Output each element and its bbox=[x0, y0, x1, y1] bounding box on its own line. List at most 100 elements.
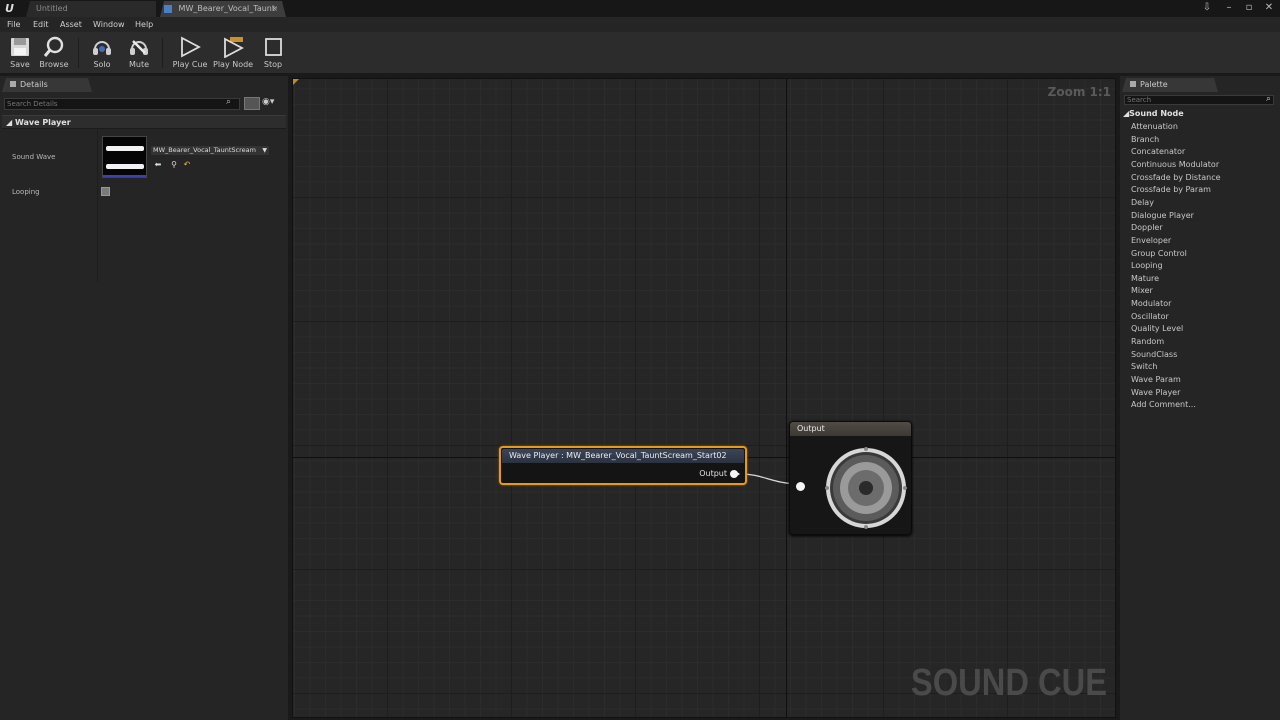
looping-label: Looping bbox=[12, 188, 40, 196]
palette-item[interactable]: Group Control bbox=[1131, 249, 1187, 258]
zoom-level: Zoom 1:1 bbox=[1047, 85, 1111, 99]
palette-tab[interactable]: Palette bbox=[1122, 78, 1218, 92]
mute-icon bbox=[130, 40, 148, 55]
palette-item[interactable]: Mixer bbox=[1131, 286, 1153, 295]
speaker-icon bbox=[825, 447, 907, 529]
close-window-icon[interactable]: ✕ bbox=[1260, 0, 1278, 15]
palette-item[interactable]: Crossfade by Distance bbox=[1131, 173, 1221, 182]
palette-item[interactable]: Add Comment... bbox=[1131, 400, 1196, 409]
palette-item[interactable]: Mature bbox=[1131, 274, 1159, 283]
menu-edit[interactable]: Edit bbox=[33, 17, 49, 32]
palette-item[interactable]: Quality Level bbox=[1131, 324, 1183, 333]
tab-sound-cue[interactable]: MW_Bearer_Vocal_Taunt· × bbox=[160, 1, 286, 17]
output-input-pin[interactable] bbox=[796, 482, 805, 491]
property-matrix-button[interactable] bbox=[244, 97, 260, 110]
palette-item[interactable]: Delay bbox=[1131, 198, 1154, 207]
palette-item[interactable]: Oscillator bbox=[1131, 312, 1169, 321]
collapse-arrow-icon: ◢ bbox=[6, 118, 13, 127]
palette-item[interactable]: Random bbox=[1131, 337, 1164, 346]
play-cue-label: Play Cue bbox=[172, 60, 208, 69]
palette-item[interactable]: Attenuation bbox=[1131, 122, 1178, 131]
minimize-icon[interactable]: – bbox=[1220, 0, 1238, 15]
graph-editor[interactable]: Zoom 1:1 SOUND CUE Wave Player : MW_Bear… bbox=[292, 78, 1116, 718]
sound-cue-editor: U Untitled MW_Bearer_Vocal_Taunt· × ⇩ – … bbox=[0, 0, 1280, 720]
menu-file[interactable]: File bbox=[7, 17, 20, 32]
tab-untitled[interactable]: Untitled bbox=[26, 1, 156, 17]
property-column-divider[interactable] bbox=[97, 130, 98, 282]
output-pin-label: Output bbox=[699, 469, 727, 478]
save-icon bbox=[11, 38, 29, 56]
asset-name: MW_Bearer_Vocal_TauntScream bbox=[153, 146, 256, 154]
palette-item[interactable]: Doppler bbox=[1131, 223, 1163, 232]
browse-label: Browse bbox=[39, 60, 69, 69]
palette-tab-label: Palette bbox=[1140, 80, 1168, 89]
details-tab-label: Details bbox=[20, 80, 48, 89]
details-search-input[interactable] bbox=[4, 98, 240, 110]
use-selected-arrow-icon[interactable]: ⬅ bbox=[153, 160, 163, 169]
palette-item[interactable]: Wave Player bbox=[1131, 388, 1180, 397]
solo-icon bbox=[93, 41, 111, 55]
palette-item[interactable]: Crossfade by Param bbox=[1131, 185, 1211, 194]
view-options-eye-icon[interactable]: ◉▾ bbox=[262, 97, 284, 110]
palette-item[interactable]: Enveloper bbox=[1131, 236, 1171, 245]
menu-help[interactable]: Help bbox=[135, 17, 153, 32]
sound-cue-icon bbox=[164, 5, 172, 13]
mute-label: Mute bbox=[128, 60, 150, 69]
connection-wire bbox=[740, 473, 801, 485]
palette-item[interactable]: Concatenator bbox=[1131, 147, 1185, 156]
tab-label: MW_Bearer_Vocal_Taunt· bbox=[178, 4, 278, 13]
play-cue-button[interactable]: Play Cue bbox=[170, 36, 210, 72]
wave-output-pin[interactable] bbox=[730, 470, 740, 478]
palette-item[interactable]: Modulator bbox=[1131, 299, 1171, 308]
title-bar: U Untitled MW_Bearer_Vocal_Taunt· × ⇩ – … bbox=[0, 0, 1280, 17]
graph-watermark: SOUND CUE bbox=[910, 662, 1107, 704]
menu-window[interactable]: Window bbox=[93, 17, 125, 32]
play-node-icon bbox=[224, 37, 244, 58]
browse-button[interactable]: Browse bbox=[34, 36, 74, 72]
play-node-button[interactable]: Play Node bbox=[213, 36, 253, 72]
graph-origin-axis-vertical bbox=[786, 79, 787, 717]
search-icon[interactable]: ⌕ bbox=[226, 97, 238, 110]
sound-wave-asset-picker[interactable]: MW_Bearer_Vocal_TauntScream ▼ bbox=[150, 145, 270, 156]
palette-search-input[interactable] bbox=[1124, 95, 1274, 105]
looping-checkbox[interactable] bbox=[101, 187, 110, 196]
palette-item[interactable]: Switch bbox=[1131, 362, 1157, 371]
solo-button[interactable]: Solo bbox=[82, 36, 122, 72]
wave-player-node[interactable]: Wave Player : MW_Bearer_Vocal_TauntScrea… bbox=[499, 446, 747, 485]
details-tab[interactable]: Details bbox=[2, 78, 92, 92]
tab-label: Untitled bbox=[36, 4, 68, 13]
close-tab-icon[interactable]: × bbox=[271, 1, 278, 16]
output-node-title: Output bbox=[790, 422, 911, 436]
palette-item[interactable]: Continuous Modulator bbox=[1131, 160, 1219, 169]
chevron-down-icon: ▼ bbox=[262, 147, 267, 154]
stop-label: Stop bbox=[263, 60, 283, 69]
category-label: Sound Node bbox=[1129, 109, 1184, 118]
toolbar: Save Browse Solo Mute Play Cue Play Node… bbox=[0, 32, 1280, 74]
category-wave-player[interactable]: ◢ Wave Player bbox=[2, 115, 286, 129]
palette-category-sound-node[interactable]: ◢Sound Node bbox=[1123, 109, 1184, 118]
palette-item[interactable]: Wave Param bbox=[1131, 375, 1181, 384]
palette-item[interactable]: Looping bbox=[1131, 261, 1163, 270]
palette-item[interactable]: Branch bbox=[1131, 135, 1159, 144]
maximize-icon[interactable]: ▫ bbox=[1240, 0, 1258, 15]
details-tab-icon bbox=[10, 81, 16, 87]
mute-button[interactable]: Mute bbox=[119, 36, 159, 72]
unreal-logo-icon[interactable]: U bbox=[2, 1, 17, 16]
stop-icon bbox=[265, 38, 282, 56]
search-icon[interactable]: ⌕ bbox=[1266, 94, 1271, 104]
toolbar-separator bbox=[162, 38, 163, 68]
play-node-label: Play Node bbox=[213, 60, 254, 69]
notification-icon[interactable]: ⇩ bbox=[1198, 0, 1216, 15]
palette-item[interactable]: SoundClass bbox=[1131, 350, 1177, 359]
browse-asset-icon[interactable]: ⚲ bbox=[169, 160, 179, 169]
menu-asset[interactable]: Asset bbox=[60, 17, 82, 32]
stop-button[interactable]: Stop bbox=[253, 36, 293, 72]
reset-to-default-icon[interactable]: ↶ bbox=[182, 160, 192, 169]
waveform-line bbox=[106, 164, 144, 169]
sound-wave-thumbnail[interactable] bbox=[102, 136, 147, 178]
palette-item[interactable]: Dialogue Player bbox=[1131, 211, 1194, 220]
output-node[interactable]: Output bbox=[789, 421, 912, 535]
wave-player-node-title: Wave Player : MW_Bearer_Vocal_TauntScrea… bbox=[502, 449, 744, 463]
menu-bar: File Edit Asset Window Help bbox=[0, 17, 1280, 32]
palette-tab-icon bbox=[1130, 81, 1136, 87]
